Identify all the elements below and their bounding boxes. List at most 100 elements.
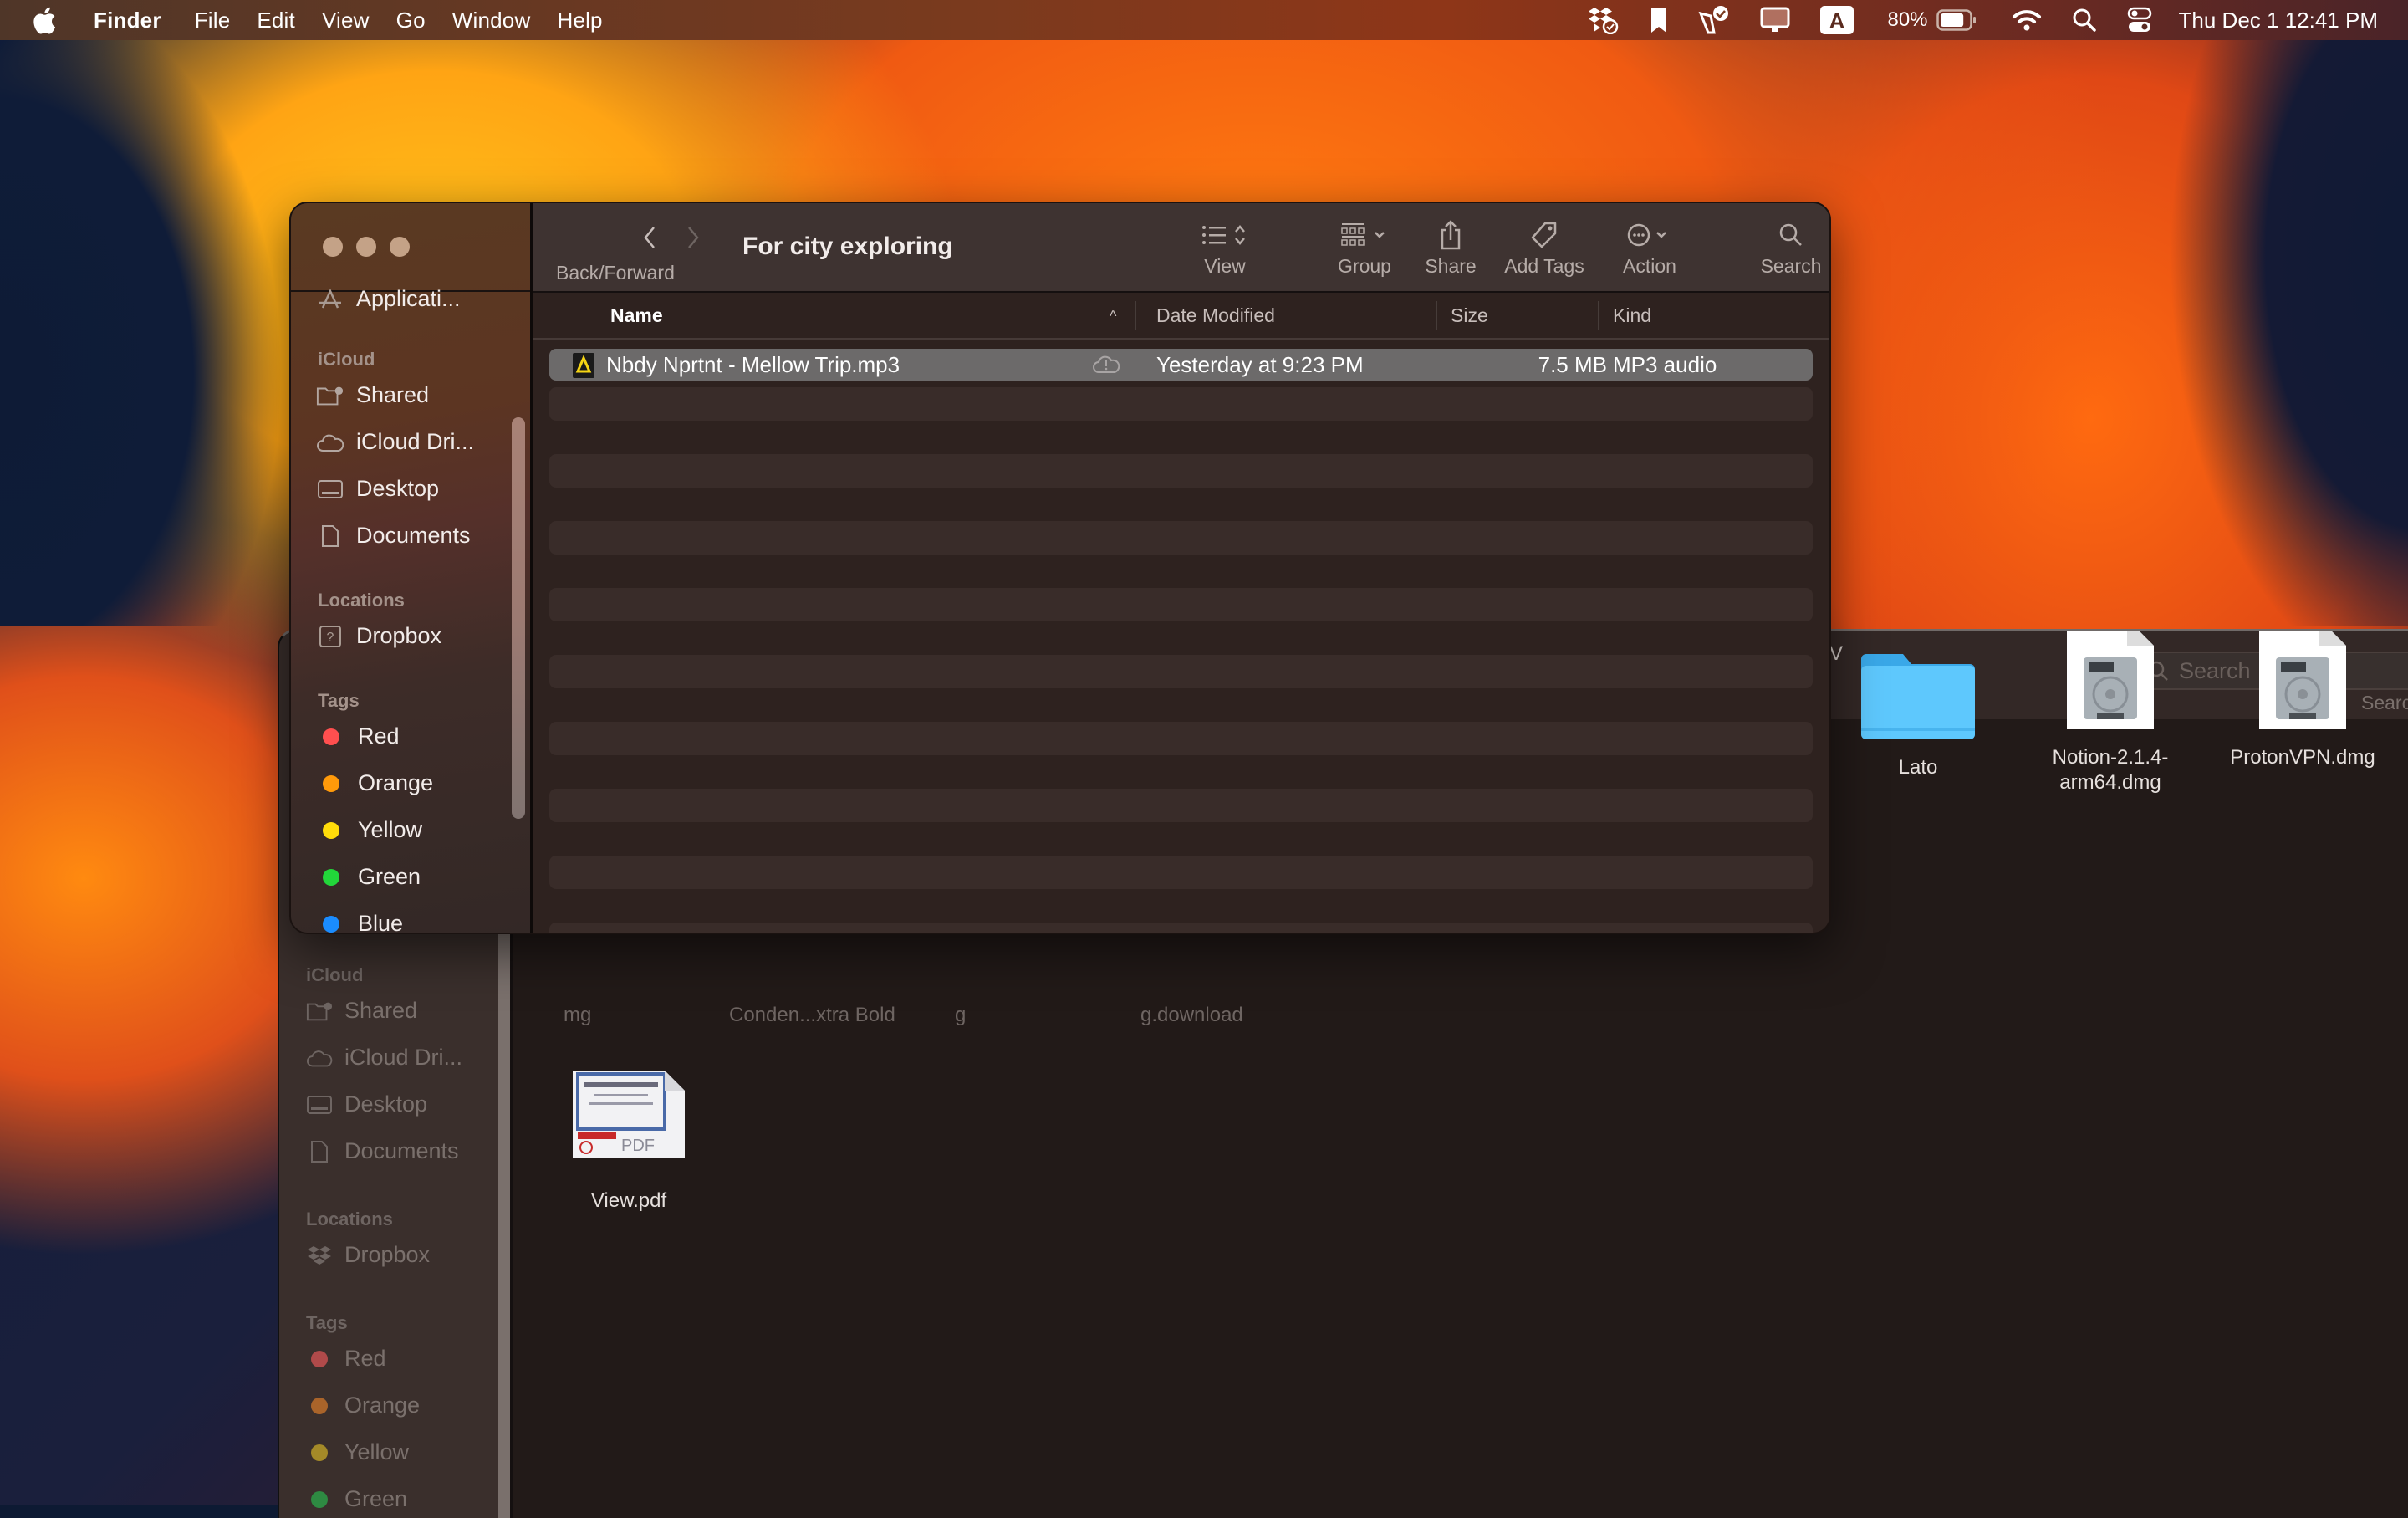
toolbar: Back/Forward For city exploring View Gro… xyxy=(533,203,1829,293)
cloud-warning-icon[interactable] xyxy=(1093,354,1120,380)
file-size: 7.5 MB xyxy=(1538,352,1607,377)
bg-sidebar-section-tags: Tags xyxy=(306,1312,348,1333)
menu-window[interactable]: Window xyxy=(452,8,531,33)
column-divider[interactable] xyxy=(1436,301,1437,330)
svg-text:A: A xyxy=(1829,8,1845,33)
share-button[interactable]: Share xyxy=(1417,218,1484,278)
column-divider[interactable] xyxy=(1135,301,1136,330)
menu-help[interactable]: Help xyxy=(557,8,602,33)
column-kind[interactable]: Kind xyxy=(1613,304,1651,327)
document-icon xyxy=(316,524,344,548)
column-date-modified[interactable]: Date Modified xyxy=(1156,304,1275,327)
back-forward-label: Back/Forward xyxy=(556,262,675,284)
pdf-thumbnail-icon: PDF xyxy=(573,1071,685,1158)
zoom-button[interactable] xyxy=(390,237,410,257)
menu-file[interactable]: File xyxy=(195,8,231,33)
file-list[interactable]: Nbdy Nprtnt - Mellow Trip.mp3 Yesterday … xyxy=(533,340,1829,933)
menu-finder[interactable]: Finder xyxy=(94,8,161,33)
menu-clock[interactable]: Thu Dec 1 12:41 PM xyxy=(2179,8,2378,33)
applications-icon xyxy=(316,288,344,309)
search-button[interactable]: Search xyxy=(1753,218,1829,278)
tag-yellow-dot-icon xyxy=(311,1444,328,1461)
file-item-notion-dmg[interactable]: Notion-2.1.4- arm64.dmg xyxy=(2027,631,2194,795)
menu-go[interactable]: Go xyxy=(396,8,426,33)
bg-sidebar-section-icloud: iCloud xyxy=(306,964,364,985)
bg-sidebar-tag-green[interactable]: Green xyxy=(306,1486,407,1512)
sidebar-item-desktop[interactable]: Desktop xyxy=(316,476,439,502)
display-icon[interactable] xyxy=(1760,7,1790,33)
window-title: For city exploring xyxy=(742,233,953,260)
tag-green-dot-icon xyxy=(323,868,339,886)
sidebar-tag-red[interactable]: Red xyxy=(316,723,400,749)
disk-image-icon xyxy=(2067,631,2154,729)
group-button[interactable]: Group xyxy=(1327,218,1402,278)
file-row-selected[interactable]: Nbdy Nprtnt - Mellow Trip.mp3 Yesterday … xyxy=(549,349,1813,381)
empty-row-stripe xyxy=(549,588,1813,621)
partial-file-label: g xyxy=(955,1004,967,1026)
empty-row-stripe xyxy=(549,856,1813,889)
add-tags-button[interactable]: Add Tags xyxy=(1494,218,1594,278)
vpn-check-icon[interactable] xyxy=(1698,5,1730,35)
file-kind: MP3 audio xyxy=(1613,352,1717,377)
forward-button[interactable] xyxy=(671,225,715,250)
column-divider[interactable] xyxy=(1598,301,1599,330)
sidebar-item-shared[interactable]: Shared xyxy=(316,382,429,408)
share-icon xyxy=(1417,218,1484,252)
back-button[interactable] xyxy=(628,225,671,250)
control-center-icon[interactable] xyxy=(2127,7,2152,33)
sidebar-item-icloud-drive[interactable]: iCloud Dri... xyxy=(316,429,474,455)
sidebar-section-tags: Tags xyxy=(318,690,360,711)
bg-sidebar-item-dropbox[interactable]: Dropbox xyxy=(306,1242,430,1268)
spotlight-icon[interactable] xyxy=(2072,8,2097,33)
file-item-view-pdf[interactable]: PDF View.pdf xyxy=(562,1071,696,1214)
sidebar-tag-green[interactable]: Green xyxy=(316,864,421,890)
unknown-drive-icon: ? xyxy=(316,625,344,647)
sidebar-tag-blue[interactable]: Blue xyxy=(316,911,403,933)
partial-file-label: g.download xyxy=(1140,1004,1243,1026)
sort-ascending-icon[interactable]: ^ xyxy=(1110,308,1116,325)
tag-orange-dot-icon xyxy=(323,774,339,792)
column-size[interactable]: Size xyxy=(1451,304,1488,327)
empty-row-stripe xyxy=(549,387,1813,421)
sidebar-tag-yellow[interactable]: Yellow xyxy=(316,817,422,843)
finder-window[interactable]: Applicati... iCloud Shared iCloud Dri...… xyxy=(289,202,1831,934)
list-view-icon xyxy=(1191,218,1258,252)
empty-row-stripe xyxy=(549,722,1813,755)
tag-orange-dot-icon xyxy=(311,1397,328,1414)
column-header: Name ^ Date Modified Size Kind xyxy=(533,293,1829,340)
sidebar-tag-orange[interactable]: Orange xyxy=(316,770,433,796)
sidebar-scrollbar[interactable] xyxy=(512,417,525,819)
bookmark-icon[interactable] xyxy=(1650,7,1668,33)
view-button[interactable]: View xyxy=(1191,218,1258,278)
dropbox-icon xyxy=(306,1245,333,1265)
bg-sidebar-tag-red[interactable]: Red xyxy=(306,1346,386,1372)
column-name[interactable]: Name xyxy=(610,304,663,327)
menu-bar: Finder File Edit View Go Window Help A 8… xyxy=(0,0,2408,40)
sidebar-section-icloud: iCloud xyxy=(318,349,375,370)
bg-sidebar-tag-yellow[interactable]: Yellow xyxy=(306,1439,409,1465)
close-button[interactable] xyxy=(323,237,343,257)
sidebar-item-applications[interactable]: Applicati... xyxy=(316,284,461,314)
bg-sidebar-item-icloud-drive[interactable]: iCloud Dri... xyxy=(306,1045,462,1071)
menu-view[interactable]: View xyxy=(322,8,370,33)
sidebar-item-dropbox[interactable]: ? Dropbox xyxy=(316,623,441,649)
bg-sidebar-item-desktop[interactable]: Desktop xyxy=(306,1091,427,1117)
file-item-lato[interactable]: Lato xyxy=(1843,647,1993,780)
dropbox-icon[interactable] xyxy=(1586,6,1620,34)
bg-sidebar-item-shared[interactable]: Shared xyxy=(306,998,417,1024)
menu-edit[interactable]: Edit xyxy=(257,8,295,33)
empty-row-stripe xyxy=(549,521,1813,555)
bg-sidebar-tag-orange[interactable]: Orange xyxy=(306,1393,420,1418)
empty-row-stripe xyxy=(549,789,1813,822)
action-button[interactable]: Action xyxy=(1608,218,1691,278)
sidebar-item-documents[interactable]: Documents xyxy=(316,523,471,549)
battery-icon[interactable] xyxy=(1936,9,1977,31)
apple-menu-icon[interactable] xyxy=(32,6,57,34)
file-item-protonvpn-dmg[interactable]: ProtonVPN.dmg xyxy=(2219,631,2386,770)
desktop-icon xyxy=(306,1095,333,1114)
minimize-button[interactable] xyxy=(356,237,376,257)
desktop-icon xyxy=(316,479,344,498)
wifi-icon[interactable] xyxy=(2012,8,2042,32)
input-source-icon[interactable]: A xyxy=(1820,6,1854,34)
bg-sidebar-item-documents[interactable]: Documents xyxy=(306,1138,459,1164)
